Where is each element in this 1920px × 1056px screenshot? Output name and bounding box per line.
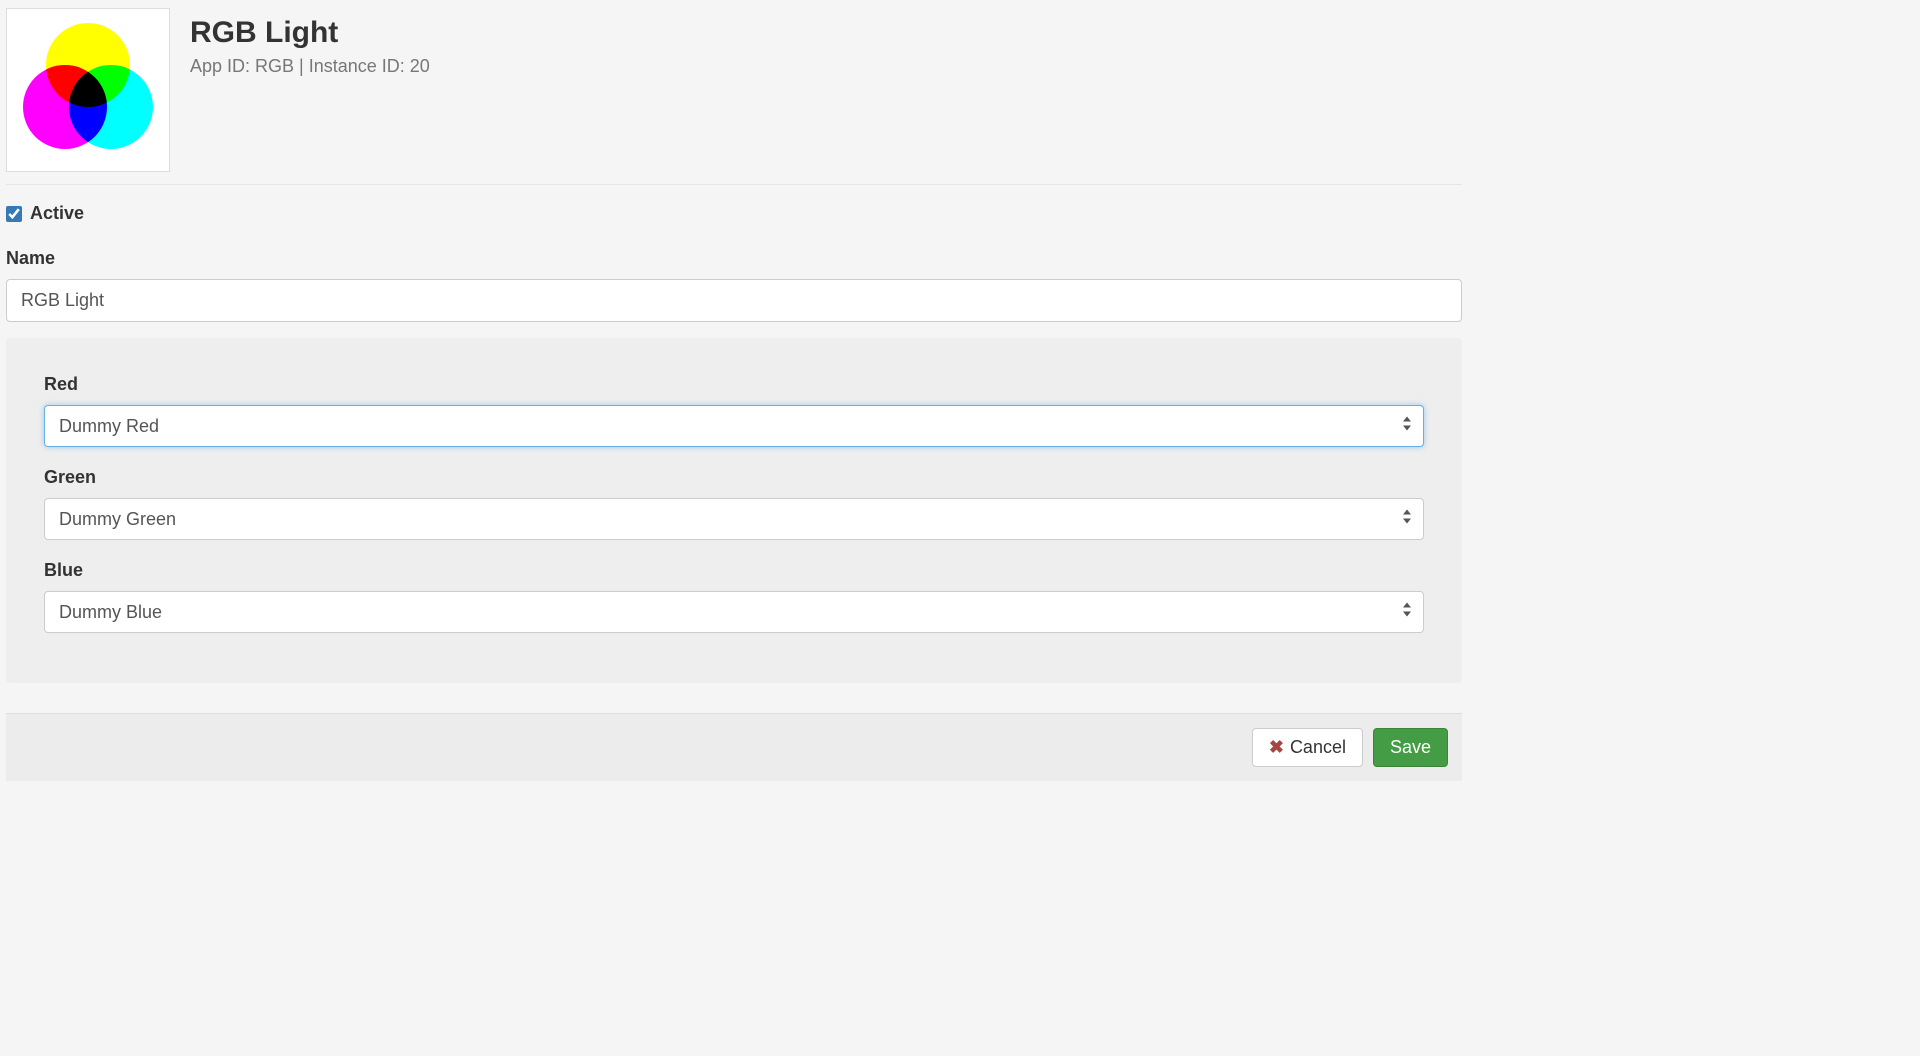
save-button-label: Save — [1390, 737, 1431, 758]
cancel-button-label: Cancel — [1290, 737, 1346, 758]
save-button[interactable]: Save — [1373, 728, 1448, 767]
name-label: Name — [6, 248, 1462, 269]
app-icon — [6, 8, 170, 172]
blue-select[interactable]: Dummy Blue — [44, 591, 1424, 633]
name-input[interactable] — [6, 279, 1462, 322]
green-label: Green — [44, 467, 1424, 488]
header: RGB Light App ID: RGB | Instance ID: 20 — [6, 4, 1462, 184]
blue-label: Blue — [44, 560, 1424, 581]
active-label: Active — [30, 203, 84, 224]
red-label: Red — [44, 374, 1424, 395]
cancel-button[interactable]: ✖ Cancel — [1252, 728, 1363, 767]
footer: ✖ Cancel Save — [6, 713, 1462, 781]
page-title: RGB Light — [190, 16, 430, 50]
active-checkbox[interactable] — [6, 206, 22, 222]
app-instance-id: App ID: RGB | Instance ID: 20 — [190, 56, 430, 77]
green-select[interactable]: Dummy Green — [44, 498, 1424, 540]
red-select[interactable]: Dummy Red — [44, 405, 1424, 447]
config-panel: Red Dummy Red Green Dummy Green Blue Dum… — [6, 338, 1462, 683]
close-icon: ✖ — [1269, 737, 1284, 758]
